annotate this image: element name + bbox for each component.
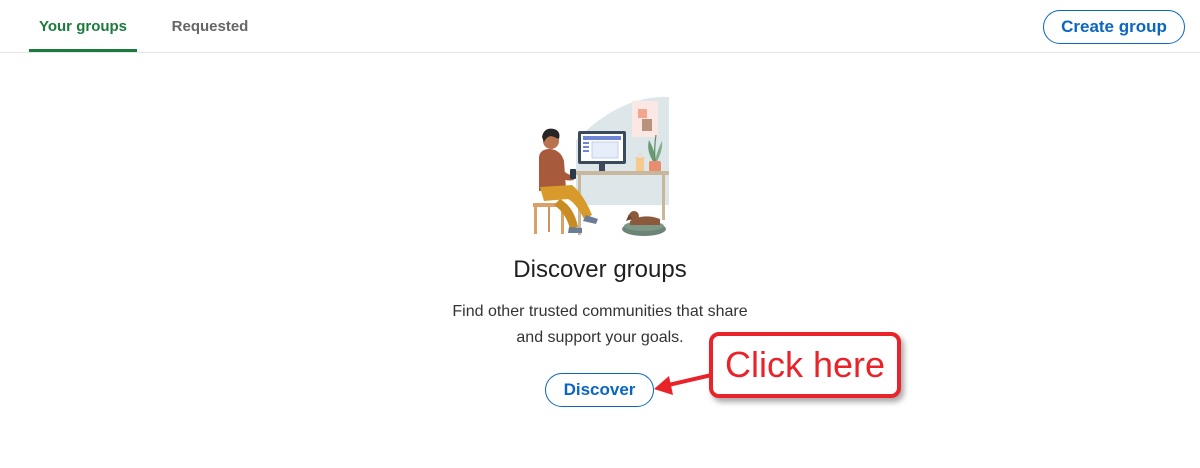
person-working-at-desk-illustration [533,96,669,236]
description-line-1: Find other trusted communities that shar… [452,303,748,320]
tab-your-groups[interactable]: Your groups [29,0,137,52]
tab-requested-label: Requested [171,17,249,35]
groups-page: Your groups Requested Create group Disco… [0,0,1200,468]
tab-bar: Your groups Requested Create group [0,0,1200,53]
callout-text: Click here [724,344,886,385]
tab-requested[interactable]: Requested [160,0,260,52]
discover-groups-heading: Discover groups [513,256,687,283]
click-here-callout: Click here [709,332,901,398]
discover-button[interactable]: Discover [545,373,654,407]
tab-your-groups-label: Your groups [38,17,128,35]
create-group-button[interactable]: Create group [1043,10,1185,44]
